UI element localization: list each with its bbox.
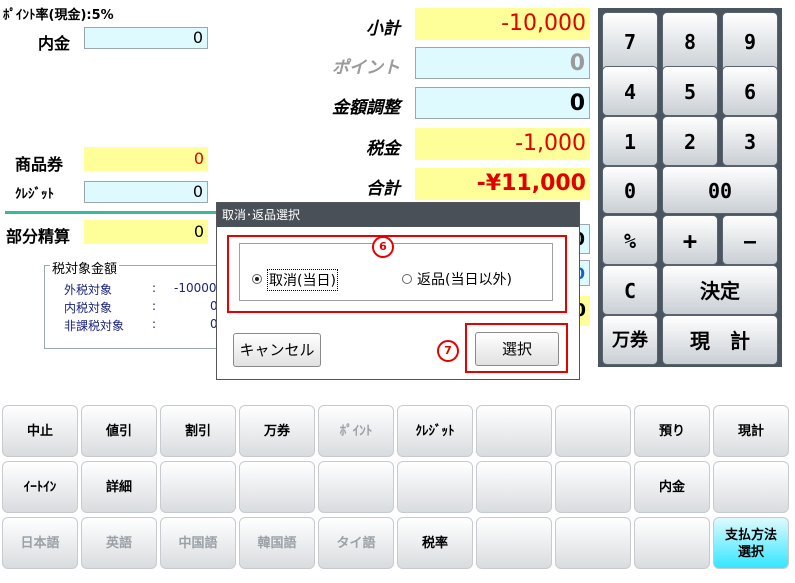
radio-torikeshi[interactable] [252,274,262,284]
btn-pay-method[interactable]: 支払方法 選択 [713,517,789,569]
tax-row-hika-label: 非課税対象 [64,319,125,333]
tax-row-uchi-label: 内税対象 [64,301,113,315]
btn-credit[interactable]: ｸﾚｼﾞｯﾄ [397,405,473,457]
chosei-field[interactable]: 0 [415,87,590,119]
btn-azukari[interactable]: 預り [634,405,710,457]
pay-method-line2: 選択 [737,545,764,560]
btn-manken[interactable]: 万券 [239,405,315,457]
point-value: 0 [415,47,590,79]
key-manken[interactable]: 万券 [602,315,658,365]
btn-empty-r2-7[interactable] [476,461,552,513]
zeikin-value: -1,000 [415,128,590,160]
btn-zeiritsu[interactable]: 税率 [397,517,473,569]
key-3[interactable]: 3 [722,116,778,166]
shokei-value: -10,000 [415,8,590,40]
keypad: 7 8 9 4 5 6 1 2 3 0 00 % + — C 決定 万券 現 計 [598,8,782,367]
key-9[interactable]: 9 [722,12,778,72]
btn-nebiki[interactable]: 値引 [81,405,157,457]
torikeshi-henpin-dialog: 取消･返品選択 6 取消(当日) 返品(当日以外) キャンセル 7 選択 [216,202,580,380]
btn-naikin[interactable]: 内金 [634,461,710,513]
dialog-title: 取消･返品選択 [217,203,579,227]
key-0[interactable]: 0 [602,166,658,214]
key-1[interactable]: 1 [602,116,658,166]
btn-empty-r1-8[interactable] [555,405,631,457]
btn-empty-r2-8[interactable] [555,461,631,513]
point-rate-text: ﾎﾟｲﾝﾄ率(現金):5% [3,8,114,23]
btn-lang-thai[interactable]: タイ語 [318,517,394,569]
marker-7-icon: 7 [437,340,459,362]
tax-row-uchi-sep: : [152,299,157,313]
btn-empty-r2-6[interactable] [397,461,473,513]
key-7[interactable]: 7 [602,12,658,72]
shohinken-label: 商品券 [15,155,64,174]
btn-empty-r2-3[interactable] [160,461,236,513]
cancel-button[interactable]: キャンセル [233,333,321,367]
key-percent[interactable]: % [602,215,658,265]
btn-empty-r1-7[interactable] [476,405,552,457]
btn-lang-japanese[interactable]: 日本語 [2,517,78,569]
btn-eat-in[interactable]: ｲｰﾄｲﾝ [2,461,78,513]
select-button[interactable]: 選択 [475,332,559,366]
key-plus[interactable]: + [662,215,718,265]
key-5[interactable]: 5 [662,66,718,116]
tax-row-soto-sep: : [152,281,157,295]
btn-empty-r2-5[interactable] [318,461,394,513]
naikin-label: 内金 [38,34,71,53]
credit-field[interactable]: 0 [84,181,208,203]
btn-empty-r3-7[interactable] [476,517,552,569]
green-divider [5,211,217,214]
gokei-label: 合計 [366,179,400,199]
tax-group-title: 税対象金額 [50,258,120,277]
btn-shosai[interactable]: 詳細 [81,461,157,513]
btn-empty-r3-9[interactable] [634,517,710,569]
credit-label: ｸﾚｼﾞｯﾄ [15,187,54,202]
bubun-label: 部分精算 [6,227,71,246]
point-label: ポイント [332,58,400,78]
btn-empty-r3-8[interactable] [555,517,631,569]
shohinken-field[interactable]: 0 [84,147,208,171]
zeikin-label: 税金 [366,139,400,159]
tax-row-soto-value: -10000 [174,281,216,295]
key-clear[interactable]: C [602,265,658,315]
naikin-field[interactable]: 0 [84,27,208,49]
btn-empty-r2-10[interactable] [713,461,789,513]
btn-chushi[interactable]: 中止 [2,405,78,457]
btn-lang-english[interactable]: 英語 [81,517,157,569]
key-kettei[interactable]: 決定 [662,265,778,315]
gokei-value: -¥11,000 [415,168,590,200]
pay-method-line1: 支払方法 [724,528,777,543]
label-henpin[interactable]: 返品(当日以外) [417,269,512,289]
key-minus[interactable]: — [722,215,778,265]
key-8[interactable]: 8 [662,12,718,72]
btn-genkei[interactable]: 現計 [713,405,789,457]
btn-lang-chinese[interactable]: 中国語 [160,517,236,569]
key-4[interactable]: 4 [602,66,658,116]
btn-empty-r2-4[interactable] [239,461,315,513]
btn-lang-korean[interactable]: 韓国語 [239,517,315,569]
key-genkei[interactable]: 現 計 [662,315,778,365]
label-torikeshi[interactable]: 取消(当日) [267,269,338,291]
key-2[interactable]: 2 [662,116,718,166]
btn-point[interactable]: ﾎﾟｲﾝﾄ [318,405,394,457]
btn-waribiki[interactable]: 割引 [160,405,236,457]
tax-row-soto-label: 外税対象 [64,283,113,297]
chosei-label: 金額調整 [332,98,400,118]
key-6[interactable]: 6 [722,66,778,116]
shokei-label: 小計 [366,19,400,39]
marker-6-icon: 6 [372,236,394,258]
bubun-field[interactable]: 0 [84,220,208,244]
radio-henpin[interactable] [402,274,412,284]
key-00[interactable]: 00 [662,166,778,214]
tax-row-hika-sep: : [152,317,157,331]
